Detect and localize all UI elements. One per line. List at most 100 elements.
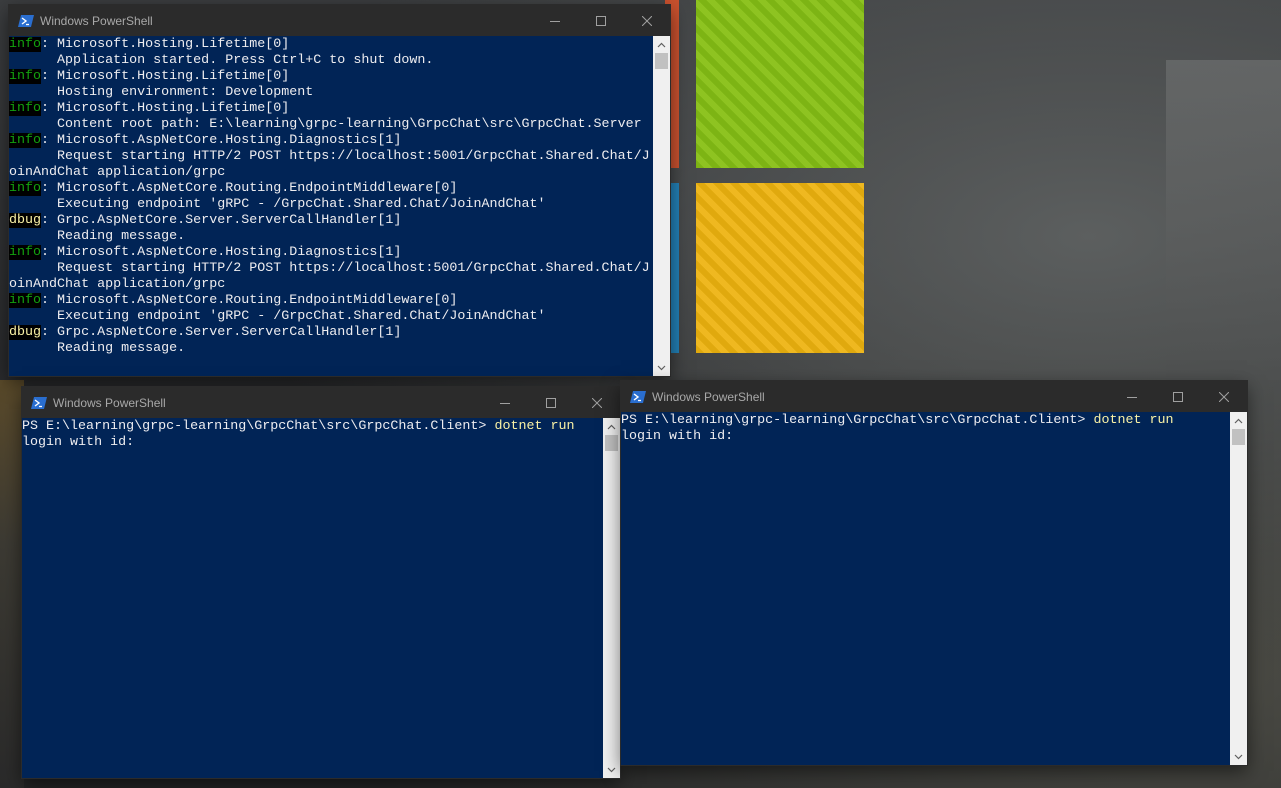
close-icon (1219, 391, 1229, 402)
minimize-button[interactable] (482, 387, 528, 418)
output-line: login with id: (621, 429, 734, 444)
close-button[interactable] (574, 387, 620, 418)
scroll-down-arrow[interactable] (653, 359, 670, 376)
close-icon (592, 397, 602, 408)
log-text: oinAndChat application/grpc (9, 277, 226, 292)
log-text: Reading message. (9, 341, 186, 356)
log-level-badge: info (9, 181, 42, 196)
log-line: Content root path: E:\learning\grpc-lear… (9, 117, 653, 133)
log-level-badge: info (9, 37, 42, 52)
log-line: info: Microsoft.AspNetCore.Routing.Endpo… (9, 181, 653, 197)
maximize-button[interactable] (528, 387, 574, 418)
wallpaper-background-blur (1166, 60, 1281, 380)
log-line: oinAndChat application/grpc (9, 165, 653, 181)
scroll-up-arrow[interactable] (603, 418, 620, 435)
log-level-badge: info (9, 293, 42, 308)
window-titlebar[interactable]: Windows PowerShell (9, 5, 670, 36)
minimize-button[interactable] (1109, 381, 1155, 412)
log-text: Reading message. (9, 229, 186, 244)
log-line: Application started. Press Ctrl+C to shu… (9, 53, 653, 69)
chevron-down-icon (607, 767, 616, 772)
console-output[interactable]: PS E:\learning\grpc-learning\GrpcChat\sr… (621, 413, 1230, 765)
wallpaper-background-blur-left (0, 380, 24, 788)
command-text: dotnet run (494, 419, 575, 434)
prompt-text: PS E:\learning\grpc-learning\GrpcChat\sr… (621, 413, 1094, 428)
minimize-button[interactable] (532, 5, 578, 36)
log-level-badge: info (9, 101, 42, 116)
scroll-down-arrow[interactable] (1230, 748, 1247, 765)
close-button[interactable] (1201, 381, 1247, 412)
vertical-scrollbar[interactable] (653, 36, 670, 376)
log-line: dbug: Grpc.AspNetCore.Server.ServerCallH… (9, 325, 653, 341)
scroll-down-arrow[interactable] (603, 761, 620, 778)
log-text: : Microsoft.AspNetCore.Routing.EndpointM… (41, 293, 458, 308)
log-line: Reading message. (9, 341, 653, 357)
log-line: info: Microsoft.AspNetCore.Hosting.Diagn… (9, 133, 653, 149)
log-line: Executing endpoint 'gRPC - /GrpcChat.Sha… (9, 309, 653, 325)
log-text: : Microsoft.AspNetCore.Hosting.Diagnosti… (41, 245, 402, 260)
log-text: : Microsoft.AspNetCore.Routing.EndpointM… (41, 181, 458, 196)
chevron-down-icon (657, 365, 666, 370)
powershell-icon (18, 14, 34, 27)
log-text: Content root path: E:\learning\grpc-lear… (9, 117, 642, 132)
log-text: Application started. Press Ctrl+C to shu… (9, 53, 434, 68)
log-level-badge: info (9, 245, 42, 260)
log-text: Request starting HTTP/2 POST https://loc… (9, 261, 650, 276)
client-powershell-window-1[interactable]: Windows PowerShell PS E:\learning\grpc-l… (22, 387, 620, 778)
window-titlebar[interactable]: Windows PowerShell (621, 381, 1247, 412)
chevron-down-icon (1234, 754, 1243, 759)
log-line: Reading message. (9, 229, 653, 245)
close-button[interactable] (624, 5, 670, 36)
scroll-up-arrow[interactable] (1230, 412, 1247, 429)
log-text: : Microsoft.Hosting.Lifetime[0] (41, 69, 290, 84)
log-line: info: Microsoft.Hosting.Lifetime[0] (9, 37, 653, 53)
maximize-button[interactable] (1155, 381, 1201, 412)
chevron-up-icon (1234, 418, 1243, 423)
command-text: dotnet run (1093, 413, 1174, 428)
minimize-icon (500, 402, 510, 404)
powershell-icon (630, 390, 646, 403)
log-text: Executing endpoint 'gRPC - /GrpcChat.Sha… (9, 309, 546, 324)
window-title: Windows PowerShell (53, 395, 166, 410)
server-powershell-window[interactable]: Windows PowerShell info: Microsoft.Hosti… (9, 5, 670, 376)
log-text: : Grpc.AspNetCore.Server.ServerCallHandl… (41, 325, 402, 340)
prompt-line: PS E:\learning\grpc-learning\GrpcChat\sr… (621, 413, 1230, 429)
window-titlebar[interactable]: Windows PowerShell (22, 387, 620, 418)
console-output[interactable]: info: Microsoft.Hosting.Lifetime[0] Appl… (9, 36, 653, 376)
prompt-text: PS E:\learning\grpc-learning\GrpcChat\sr… (22, 419, 495, 434)
maximize-button[interactable] (578, 5, 624, 36)
log-text: Hosting environment: Development (9, 85, 314, 100)
scroll-thumb[interactable] (655, 53, 668, 69)
close-icon (642, 15, 652, 26)
client-powershell-window-2[interactable]: Windows PowerShell PS E:\learning\grpc-l… (621, 381, 1247, 765)
vertical-scrollbar[interactable] (603, 418, 620, 778)
maximize-icon (596, 15, 606, 26)
log-line: dbug: Grpc.AspNetCore.Server.ServerCallH… (9, 213, 653, 229)
scroll-up-arrow[interactable] (653, 36, 670, 53)
log-line: Request starting HTTP/2 POST https://loc… (9, 261, 653, 277)
chevron-up-icon (607, 424, 616, 429)
scroll-thumb[interactable] (1232, 429, 1245, 445)
log-text: : Microsoft.AspNetCore.Hosting.Diagnosti… (41, 133, 402, 148)
log-text: Executing endpoint 'gRPC - /GrpcChat.Sha… (9, 197, 546, 212)
log-line: info: Microsoft.AspNetCore.Routing.Endpo… (9, 293, 653, 309)
output-line: login with id: (22, 435, 135, 450)
log-line: Executing endpoint 'gRPC - /GrpcChat.Sha… (9, 197, 653, 213)
log-line: Request starting HTTP/2 POST https://loc… (9, 149, 653, 165)
log-level-badge: info (9, 133, 42, 148)
log-text: : Microsoft.Hosting.Lifetime[0] (41, 37, 290, 52)
powershell-icon (31, 396, 47, 409)
window-title: Windows PowerShell (40, 13, 153, 28)
log-line: Hosting environment: Development (9, 85, 653, 101)
log-text: Request starting HTTP/2 POST https://loc… (9, 149, 650, 164)
console-output[interactable]: PS E:\learning\grpc-learning\GrpcChat\sr… (22, 419, 603, 778)
log-level-badge: dbug (9, 213, 42, 228)
scroll-thumb[interactable] (605, 435, 618, 451)
log-line: info: Microsoft.AspNetCore.Hosting.Diagn… (9, 245, 653, 261)
log-line: info: Microsoft.Hosting.Lifetime[0] (9, 101, 653, 117)
chevron-up-icon (657, 42, 666, 47)
vertical-scrollbar[interactable] (1230, 412, 1247, 765)
maximize-icon (546, 397, 556, 408)
minimize-icon (550, 20, 560, 22)
maximize-icon (1173, 391, 1183, 402)
